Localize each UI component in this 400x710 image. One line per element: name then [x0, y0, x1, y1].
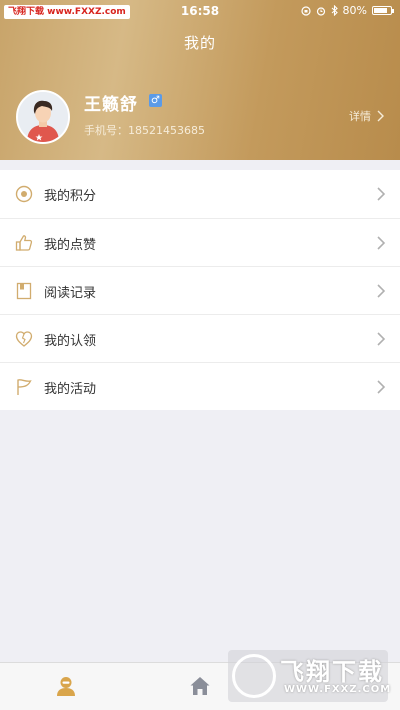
menu-list: 我的积分 我的点赞 阅读记录 我的认领 我的活动 [0, 170, 400, 410]
watermark-main-text: 飞翔下载 [280, 658, 384, 686]
battery-icon [372, 6, 394, 15]
watermark-sub-text: WWW.FXXZ.COM [284, 684, 392, 695]
battery-percent: 80% [342, 4, 367, 17]
male-gender-icon: ♂ [149, 94, 162, 107]
menu-item-activities[interactable]: 我的活动 [0, 362, 400, 410]
chevron-right-icon [377, 284, 386, 298]
phone-number: 手机号：18521453685 [84, 124, 205, 137]
tab-home[interactable] [170, 663, 230, 710]
orientation-lock-icon [300, 5, 311, 16]
watermark-logo: 飞翔下载 WWW.FXXZ.COM [228, 650, 392, 702]
heart-icon [15, 331, 33, 347]
page-title: 我的 [183, 34, 216, 52]
chevron-right-icon [377, 380, 386, 394]
chevron-right-icon [377, 236, 386, 250]
flag-icon [17, 379, 32, 395]
profile-tab-icon [57, 677, 75, 696]
status-bar: 飞翔下载 www.FXXZ.com 16:58 80% [0, 0, 400, 22]
menu-item-label: 我的活动 [44, 382, 97, 397]
tab-profile[interactable] [36, 663, 96, 710]
profile-header: 飞翔下载 www.FXXZ.com 16:58 80% 我的 王籁舒 ♂ 手机号… [0, 0, 400, 160]
menu-item-likes[interactable]: 我的点赞 [0, 218, 400, 266]
watermark-logo-icon [232, 654, 276, 698]
status-indicators: 80% [300, 4, 394, 17]
user-name: 王籁舒 [84, 95, 138, 115]
user-avatar-icon [18, 92, 68, 142]
menu-item-points[interactable]: 我的积分 [0, 170, 400, 218]
avatar[interactable] [16, 90, 70, 144]
home-icon [190, 677, 210, 695]
chevron-right-icon [377, 332, 386, 346]
menu-item-claims[interactable]: 我的认领 [0, 314, 400, 362]
menu-item-label: 我的积分 [44, 189, 97, 204]
details-label: 详情 [349, 110, 371, 123]
bluetooth-icon [331, 5, 338, 16]
thumbs-up-icon [15, 235, 33, 251]
points-icon [15, 185, 33, 203]
book-icon [16, 282, 32, 300]
chevron-right-icon [377, 187, 386, 201]
menu-item-label: 我的点赞 [44, 238, 97, 253]
menu-item-label: 我的认领 [44, 334, 97, 349]
menu-item-reading-history[interactable]: 阅读记录 [0, 266, 400, 314]
battery-level [374, 8, 387, 13]
alarm-icon [316, 6, 325, 16]
chevron-right-icon [377, 110, 384, 122]
details-link[interactable]: 详情 [349, 108, 384, 124]
menu-item-label: 阅读记录 [44, 286, 97, 301]
